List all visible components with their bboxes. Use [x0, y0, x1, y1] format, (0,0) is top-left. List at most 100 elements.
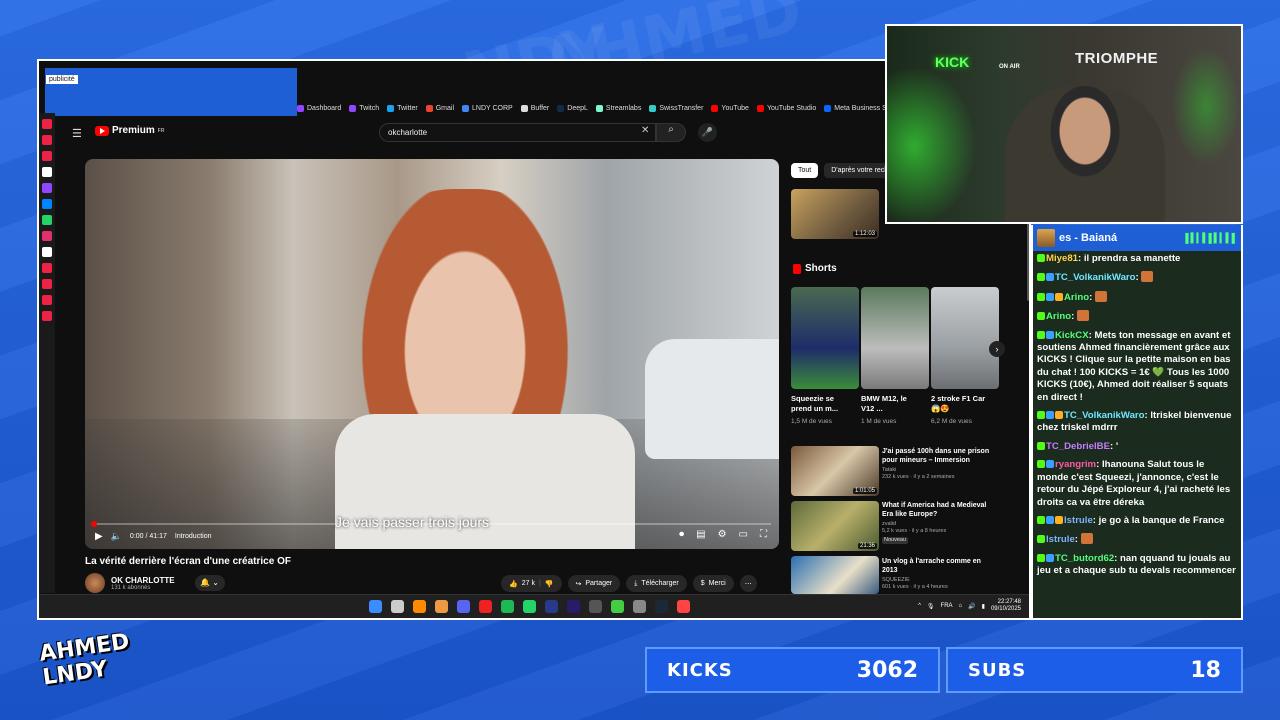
volume-tray-icon[interactable]: 🔊	[968, 603, 975, 610]
captions-icon[interactable]: ▤	[696, 529, 705, 540]
bookmark-item[interactable]: Streamlabs	[595, 101, 641, 115]
short-title[interactable]: BMW M12, le V12 ...	[861, 394, 921, 414]
related-video-title[interactable]: What if America had a Medieval Era like …	[882, 501, 994, 519]
battery-icon[interactable]: ▮	[982, 603, 985, 610]
more-actions-button[interactable]: ⋯	[739, 575, 757, 592]
sidebar-app-icon[interactable]	[42, 263, 52, 273]
sidebar-app-icon[interactable]	[42, 279, 52, 289]
autoplay-toggle[interactable]: ⏺	[679, 529, 684, 540]
thumbs-down-icon[interactable]: 👎	[545, 580, 554, 588]
sidebar-app-icon[interactable]	[42, 119, 52, 129]
chat-username[interactable]: ryangrim	[1055, 459, 1096, 470]
x-icon[interactable]	[42, 247, 52, 257]
fullscreen-icon[interactable]: ⛶	[760, 529, 767, 540]
like-button[interactable]: 👍 27 k | 👎	[501, 575, 562, 592]
spotify-icon[interactable]	[501, 600, 514, 613]
steam-icon[interactable]	[655, 600, 668, 613]
chat-username[interactable]: TC_VolkanikWaro	[1064, 410, 1145, 421]
short-title[interactable]: Squeezie se prend un m...	[791, 394, 851, 414]
volume-icon[interactable]: 🔈	[111, 531, 122, 542]
chat-username[interactable]: lstrule	[1046, 534, 1075, 545]
related-thumbnail[interactable]: 1:12:03	[791, 189, 879, 239]
chat-username[interactable]: lstrule	[1064, 515, 1093, 526]
video-progress-bar[interactable]	[91, 521, 771, 527]
related-video-channel[interactable]: SQUEEZIE	[882, 577, 994, 584]
short-title[interactable]: 2 stroke F1 Car 😱😍	[931, 394, 991, 414]
voice-search-icon[interactable]: 🎤	[698, 123, 717, 142]
youtube-logo[interactable]: Premium FR	[95, 125, 164, 136]
notification-bell-button[interactable]: 🔔 ⌄	[194, 575, 225, 591]
chat-username[interactable]: TC_DebrielBE	[1046, 441, 1110, 452]
bookmark-item[interactable]: YouTube Studio	[756, 101, 816, 115]
bookmark-item[interactable]: Dashboard	[297, 101, 341, 115]
mic-tray-icon[interactable]: 🎙	[927, 603, 935, 610]
video-player[interactable]: Je vais passer trois jours ▶ 🔈 0:00 / 41…	[85, 159, 779, 549]
sidebar-app-icon[interactable]	[42, 135, 52, 145]
menu-icon[interactable]: ☰	[72, 127, 82, 140]
start-icon[interactable]	[369, 600, 382, 613]
keyboard-language[interactable]: FRA	[941, 603, 953, 609]
download-button[interactable]: ⤓ Télécharger	[626, 575, 687, 592]
bookmark-item[interactable]: Meta Business Su	[824, 101, 891, 115]
sidebar-app-icon[interactable]	[42, 311, 52, 321]
app-icon[interactable]	[633, 600, 646, 613]
sidebar-app-icon[interactable]	[42, 295, 52, 305]
ad-banner[interactable]: publicité	[45, 68, 297, 116]
related-thumbnail[interactable]	[791, 556, 879, 594]
bookmark-item[interactable]: SwissTransfer	[649, 101, 703, 115]
theater-icon[interactable]: ▭	[739, 529, 748, 540]
opera-icon[interactable]	[479, 600, 492, 613]
clock[interactable]: 22:27:48 09/10/2025	[991, 599, 1021, 613]
related-video-title[interactable]: Un vlog à l'arrache comme en 2013	[882, 557, 994, 575]
bookmark-item[interactable]: Buffer	[520, 101, 549, 115]
sidebar-app-icon[interactable]	[42, 151, 52, 161]
share-button[interactable]: ↪ Partager	[567, 575, 621, 592]
play-icon[interactable]: ▶	[95, 531, 103, 542]
chat-username[interactable]: Arino	[1064, 292, 1089, 303]
related-video-channel[interactable]: zvalid	[882, 521, 994, 528]
chapter-label[interactable]: Introduction	[175, 533, 212, 540]
clear-search-icon[interactable]: ✕	[641, 125, 649, 136]
messenger-icon[interactable]	[42, 199, 52, 209]
sidebar-app-icon[interactable]	[42, 167, 52, 177]
short-thumbnail[interactable]	[791, 287, 859, 389]
short-thumbnail[interactable]	[931, 287, 999, 389]
premiere-icon[interactable]	[567, 600, 580, 613]
chat-username[interactable]: TC_VolkanikWaro	[1055, 272, 1136, 283]
related-thumbnail[interactable]: 21:36	[791, 501, 879, 551]
search-app-icon[interactable]	[413, 600, 426, 613]
channel-avatar[interactable]	[85, 573, 105, 593]
taskview-icon[interactable]	[391, 600, 404, 613]
bookmark-item[interactable]: LNDY CORP	[462, 101, 513, 115]
whatsapp-icon[interactable]	[42, 215, 52, 225]
settings-icon[interactable]: ⚙	[718, 529, 727, 540]
photoshop-icon[interactable]	[545, 600, 558, 613]
twitch-icon[interactable]	[42, 183, 52, 193]
obs-icon[interactable]	[589, 600, 602, 613]
app-icon[interactable]	[611, 600, 624, 613]
discord-icon[interactable]	[457, 600, 470, 613]
related-thumbnail[interactable]: 1:01:05	[791, 446, 879, 496]
chat-username[interactable]: Miye81	[1046, 253, 1078, 264]
short-thumbnail[interactable]	[861, 287, 929, 389]
chip-all[interactable]: Tout	[791, 163, 819, 178]
related-video-channel[interactable]: Tataki	[882, 467, 994, 474]
brave-icon[interactable]	[677, 600, 690, 613]
thanks-button[interactable]: $ Merci	[692, 575, 734, 592]
network-icon[interactable]: ⌂	[959, 603, 963, 609]
chat-username[interactable]: Arino	[1046, 311, 1071, 322]
chrome-icon[interactable]	[435, 600, 448, 613]
whatsapp-icon[interactable]	[523, 600, 536, 613]
chat-username[interactable]: KickCX	[1055, 330, 1089, 341]
search-input[interactable]: okcharlotte	[379, 123, 656, 142]
progress-scrubber[interactable]	[91, 521, 97, 527]
chat-username[interactable]: TC_butord62	[1055, 553, 1114, 564]
bookmark-item[interactable]: Gmail	[425, 101, 454, 115]
bookmark-item[interactable]: DeepL	[557, 101, 588, 115]
bookmark-item[interactable]: Twitch	[349, 101, 379, 115]
tray-chevron-icon[interactable]: ^	[918, 603, 921, 609]
shorts-next-icon[interactable]: ›	[989, 341, 1005, 357]
bookmark-item[interactable]: YouTube	[711, 101, 749, 115]
instagram-icon[interactable]	[42, 231, 52, 241]
related-video-title[interactable]: J'ai passé 100h dans une prison pour min…	[882, 447, 994, 465]
